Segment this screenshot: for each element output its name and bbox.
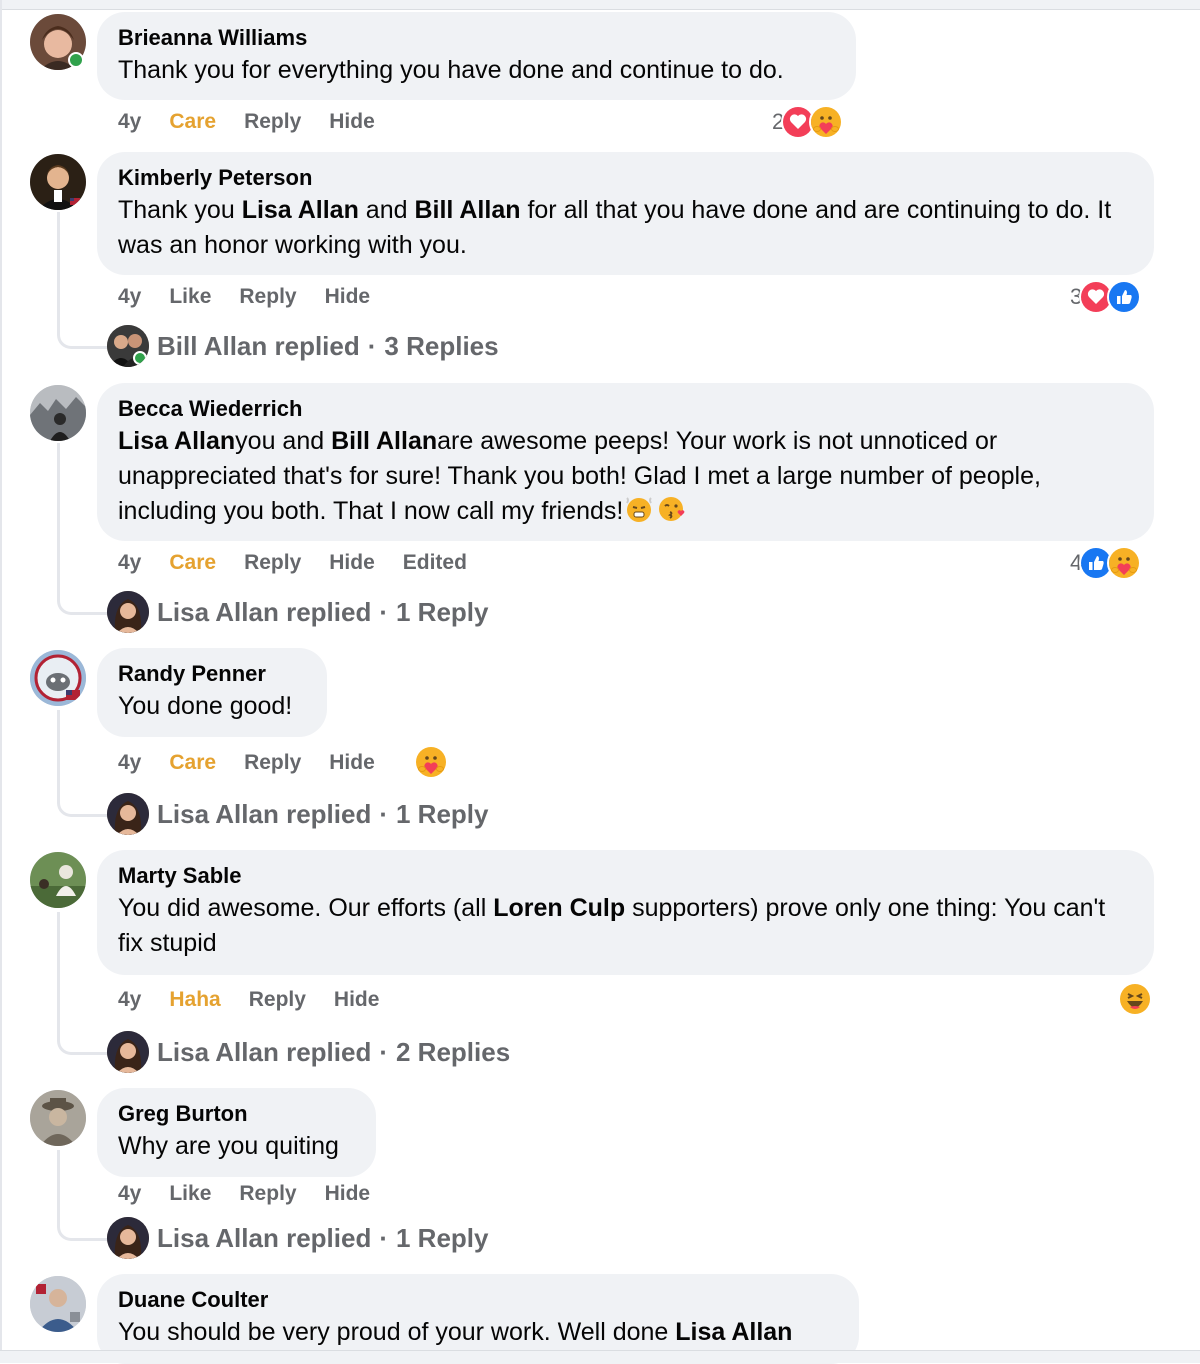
mention-lisa-allan[interactable]: Lisa Allan bbox=[242, 196, 359, 224]
mention-bill-allan[interactable]: Bill Allan bbox=[331, 427, 437, 455]
view-replies-link[interactable]: Lisa Allan replied · 1 Reply bbox=[107, 590, 489, 634]
like-icon bbox=[1107, 280, 1142, 314]
reply-button[interactable]: Reply bbox=[239, 1182, 296, 1206]
reaction-summary[interactable] bbox=[1118, 982, 1152, 1016]
reply-button[interactable]: Reply bbox=[244, 110, 301, 134]
avatar[interactable] bbox=[30, 1276, 86, 1332]
timestamp[interactable]: 4y bbox=[118, 751, 141, 775]
haha-icon bbox=[1118, 982, 1152, 1016]
comment-actions: 4y Haha Reply Hide bbox=[118, 984, 407, 1016]
like-button[interactable]: Like bbox=[169, 1182, 211, 1206]
comment-author[interactable]: Duane Coulter bbox=[118, 1285, 838, 1315]
timestamp[interactable]: 4y bbox=[118, 988, 141, 1012]
comment-author[interactable]: Randy Penner bbox=[118, 659, 306, 689]
hide-button[interactable]: Hide bbox=[329, 751, 375, 775]
hide-button[interactable]: Hide bbox=[329, 110, 375, 134]
comment-author[interactable]: Kimberly Peterson bbox=[118, 163, 1133, 193]
avatar[interactable] bbox=[30, 852, 86, 908]
timestamp[interactable]: 4y bbox=[118, 1182, 141, 1206]
reaction-summary[interactable]: 4 bbox=[1070, 546, 1142, 580]
mention-lisa-allan[interactable]: Lisa Allan bbox=[675, 1318, 792, 1346]
thread-connector bbox=[57, 710, 112, 817]
online-status-indicator bbox=[133, 351, 147, 365]
reaction-summary[interactable] bbox=[414, 745, 448, 779]
kiss-face-emoji-icon bbox=[657, 495, 685, 523]
replier-avatar bbox=[107, 1217, 149, 1259]
edited-label[interactable]: Edited bbox=[403, 551, 467, 575]
reply-button[interactable]: Reply bbox=[239, 285, 296, 309]
view-replies-link[interactable]: Lisa Allan replied · 2 Replies bbox=[107, 1030, 510, 1074]
replier-avatar bbox=[107, 325, 149, 367]
left-border bbox=[0, 0, 2, 1362]
comment-actions: 4y Care Reply Hide bbox=[118, 747, 403, 779]
replier-avatar bbox=[107, 793, 149, 835]
care-reaction-button[interactable]: Care bbox=[169, 751, 216, 775]
avatar[interactable] bbox=[30, 650, 86, 706]
comment-actions: 4y Like Reply Hide bbox=[118, 281, 398, 313]
reaction-summary[interactable]: 3 bbox=[1070, 280, 1142, 314]
thread-connector bbox=[57, 212, 112, 349]
avatar[interactable] bbox=[30, 1090, 86, 1146]
online-status-indicator bbox=[68, 52, 84, 68]
comment-author[interactable]: Becca Wiederrich bbox=[118, 394, 1133, 424]
reply-button[interactable]: Reply bbox=[244, 751, 301, 775]
comment-bubble: Randy Penner You done good! bbox=[97, 648, 327, 737]
comment-author[interactable]: Greg Burton bbox=[118, 1099, 355, 1129]
reply-button[interactable]: Reply bbox=[249, 988, 306, 1012]
comment-bubble: Greg Burton Why are you quiting bbox=[97, 1088, 376, 1177]
replier-avatar bbox=[107, 1031, 149, 1073]
comment-bubble: Becca Wiederrich Lisa Allanyou and Bill … bbox=[97, 383, 1154, 541]
hide-button[interactable]: Hide bbox=[325, 285, 371, 309]
care-reaction-button[interactable]: Care bbox=[169, 110, 216, 134]
comment-actions: 4y Care Reply Hide bbox=[118, 106, 403, 138]
comment-text: Thank you Lisa Allan and Bill Allan for … bbox=[118, 196, 1112, 259]
hide-button[interactable]: Hide bbox=[334, 988, 380, 1012]
reply-button[interactable]: Reply bbox=[244, 551, 301, 575]
like-button[interactable]: Like bbox=[169, 285, 211, 309]
mention-loren-culp[interactable]: Loren Culp bbox=[493, 894, 625, 922]
hide-button[interactable]: Hide bbox=[329, 551, 375, 575]
care-icon bbox=[414, 745, 448, 779]
thread-connector bbox=[57, 912, 112, 1055]
comment-text: Thank you for everything you have done a… bbox=[118, 56, 784, 84]
comment-actions: 4y Care Reply Hide Edited bbox=[118, 547, 495, 579]
comment-actions: 4y Like Reply Hide bbox=[118, 1178, 398, 1210]
avatar[interactable] bbox=[30, 385, 86, 441]
comment-bubble: Brieanna Williams Thank you for everythi… bbox=[97, 12, 856, 100]
view-replies-link[interactable]: Lisa Allan replied · 1 Reply bbox=[107, 1216, 489, 1260]
thread-connector bbox=[57, 443, 112, 615]
timestamp[interactable]: 4y bbox=[118, 551, 141, 575]
replier-avatar bbox=[107, 591, 149, 633]
care-icon bbox=[809, 105, 844, 139]
view-replies-link[interactable]: Lisa Allan replied · 1 Reply bbox=[107, 792, 489, 836]
care-reaction-button[interactable]: Care bbox=[169, 551, 216, 575]
comment-bubble: Marty Sable You did awesome. Our efforts… bbox=[97, 850, 1154, 975]
care-icon bbox=[1107, 546, 1142, 580]
mention-lisa-allan[interactable]: Lisa Allan bbox=[118, 427, 235, 455]
bottom-divider bbox=[0, 1350, 1200, 1363]
comment-bubble: Kimberly Peterson Thank you Lisa Allan a… bbox=[97, 152, 1154, 275]
thread-connector bbox=[57, 1150, 112, 1241]
top-divider bbox=[0, 0, 1200, 10]
comment-text: You should be very proud of your work. W… bbox=[118, 1318, 793, 1346]
comment-text: You done good! bbox=[118, 692, 293, 720]
reaction-summary[interactable]: 2 bbox=[772, 105, 844, 139]
haha-reaction-button[interactable]: Haha bbox=[169, 988, 220, 1012]
comment-author[interactable]: Brieanna Williams bbox=[118, 23, 835, 53]
view-replies-link[interactable]: Bill Allan replied · 3 Replies bbox=[107, 324, 499, 368]
hide-button[interactable]: Hide bbox=[325, 1182, 371, 1206]
avatar[interactable] bbox=[30, 154, 86, 210]
steam-face-emoji-icon bbox=[625, 495, 653, 523]
comment-text: You did awesome. Our efforts (all Loren … bbox=[118, 894, 1106, 957]
timestamp[interactable]: 4y bbox=[118, 285, 141, 309]
comment-text: Lisa Allanyou and Bill Allanare awesome … bbox=[118, 427, 1041, 525]
mention-bill-allan[interactable]: Bill Allan bbox=[414, 196, 520, 224]
comment-author[interactable]: Marty Sable bbox=[118, 861, 1133, 891]
comment-text: Why are you quiting bbox=[118, 1132, 339, 1160]
timestamp[interactable]: 4y bbox=[118, 110, 141, 134]
